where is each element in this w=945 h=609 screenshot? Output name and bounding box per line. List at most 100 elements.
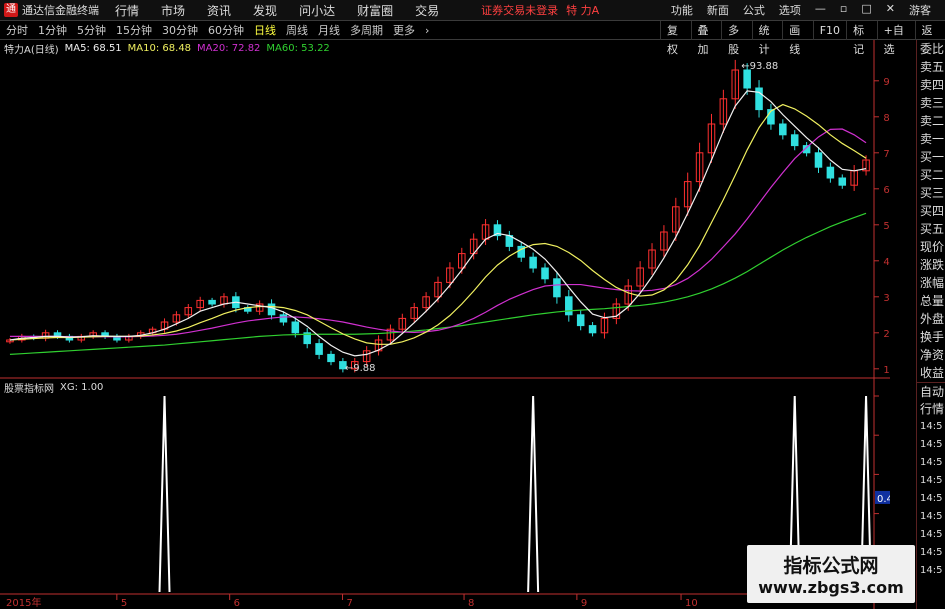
tool-duogu[interactable]: 多股 bbox=[721, 21, 752, 56]
menu-caifuquan[interactable]: 财富圈 bbox=[357, 2, 393, 19]
ma10-line bbox=[9, 103, 867, 345]
indicator-legend: 股票指标网 XG: 1.00 bbox=[4, 380, 103, 395]
tf-monthly[interactable]: 月线 bbox=[318, 22, 340, 38]
menu-xinmian[interactable]: 新面 bbox=[707, 2, 729, 18]
side-item[interactable]: 卖二 bbox=[917, 112, 945, 130]
menu-xuanxiang[interactable]: 选项 bbox=[779, 2, 801, 18]
menu-jiaoyi[interactable]: 交易 bbox=[415, 2, 439, 19]
price-tick-label: 90.00 bbox=[883, 77, 890, 88]
watermark-title: 指标公式网 bbox=[783, 555, 879, 577]
side-item[interactable]: 卖三 bbox=[917, 94, 945, 112]
side-item[interactable]: 14:5 bbox=[917, 508, 945, 526]
guest-label[interactable]: 游客 bbox=[909, 2, 931, 18]
side-item[interactable]: 收益 bbox=[917, 364, 945, 382]
candle-down bbox=[779, 123, 787, 136]
x-tick-label: 9 bbox=[581, 598, 587, 609]
side-item[interactable]: 14:5 bbox=[917, 454, 945, 472]
side-item[interactable]: 买四 bbox=[917, 202, 945, 220]
side-item[interactable]: 买五 bbox=[917, 220, 945, 238]
side-item[interactable]: 外盘 bbox=[917, 310, 945, 328]
maximize-icon[interactable]: □ bbox=[861, 2, 871, 18]
price-tick-label: 50.00 bbox=[883, 221, 890, 232]
candle-down bbox=[838, 177, 847, 186]
menu-gongshi[interactable]: 公式 bbox=[743, 2, 765, 18]
chevron-right-icon[interactable]: › bbox=[425, 24, 429, 37]
tool-f10[interactable]: F10 bbox=[812, 21, 846, 40]
x-tick-label: 10 bbox=[685, 598, 698, 609]
tool-diejia[interactable]: 叠加 bbox=[690, 21, 722, 56]
watermark-url: www.zbgs3.com bbox=[758, 578, 904, 597]
side-item[interactable]: 涨跌 bbox=[917, 256, 945, 274]
side-item[interactable]: 买三 bbox=[917, 184, 945, 202]
candle-down bbox=[327, 353, 335, 363]
price-tick-label: 70.00 bbox=[883, 149, 890, 160]
side-item[interactable]: 换手 bbox=[917, 328, 945, 346]
candle-down bbox=[743, 69, 751, 89]
side-item[interactable]: 委比 bbox=[917, 40, 945, 58]
menu-hangqing[interactable]: 行情 bbox=[115, 2, 139, 19]
tool-huaxian[interactable]: 画线 bbox=[782, 21, 813, 56]
tf-5min[interactable]: 5分钟 bbox=[77, 22, 106, 38]
menu-faxian[interactable]: 发现 bbox=[253, 2, 277, 19]
tf-multi[interactable]: 多周期 bbox=[350, 22, 383, 38]
x-tick-label: 6 bbox=[234, 598, 240, 609]
tf-daily[interactable]: 日线 bbox=[254, 22, 276, 38]
menu-wenxiaoda[interactable]: 问小达 bbox=[299, 2, 335, 19]
xg-signal-spike bbox=[158, 395, 171, 593]
side-item[interactable]: 现价 bbox=[917, 238, 945, 256]
side-item[interactable]: 行情 bbox=[917, 400, 945, 418]
price-tick-label: 30.00 bbox=[883, 293, 890, 304]
close-icon[interactable]: ✕ bbox=[886, 2, 895, 18]
price-tick-label: 40.00 bbox=[883, 257, 890, 268]
ma5-label: MA5: 68.51 bbox=[64, 42, 122, 54]
tool-zixuan[interactable]: +自选 bbox=[876, 21, 915, 56]
candle-down bbox=[315, 343, 323, 355]
side-item[interactable]: 买一 bbox=[917, 148, 945, 166]
restore-icon[interactable]: ▫ bbox=[840, 2, 847, 18]
menu-gongneng[interactable]: 功能 bbox=[671, 2, 693, 18]
side-item[interactable]: 14:5 bbox=[917, 472, 945, 490]
side-item[interactable]: 卖四 bbox=[917, 76, 945, 94]
side-item[interactable]: 买二 bbox=[917, 166, 945, 184]
side-item[interactable]: 14:5 bbox=[917, 526, 945, 544]
tf-more[interactable]: 更多 bbox=[393, 22, 415, 38]
tf-30min[interactable]: 30分钟 bbox=[162, 22, 198, 38]
side-item[interactable]: 自动 bbox=[917, 382, 945, 400]
candle-down bbox=[541, 267, 549, 280]
side-item[interactable]: 14:5 bbox=[917, 436, 945, 454]
price-tick-label: 60.00 bbox=[883, 185, 890, 196]
high-annotation: ←93.88 bbox=[741, 61, 778, 72]
candle-down bbox=[267, 303, 276, 316]
tool-fuquan[interactable]: 复权 bbox=[660, 21, 691, 56]
timeframe-toolbar: 分时 1分钟 5分钟 15分钟 30分钟 60分钟 日线 周线 月线 多周期 更… bbox=[0, 21, 945, 56]
side-item[interactable]: 14:5 bbox=[917, 544, 945, 562]
candle-down bbox=[755, 87, 763, 111]
candle-down bbox=[291, 321, 300, 334]
tool-biaoji[interactable]: 标记 bbox=[846, 21, 877, 56]
tf-fenshi[interactable]: 分时 bbox=[6, 22, 28, 38]
tf-15min[interactable]: 15分钟 bbox=[116, 22, 152, 38]
side-item[interactable]: 卖五 bbox=[917, 58, 945, 76]
x-tick-label: 8 bbox=[468, 598, 474, 609]
ma5-line bbox=[9, 90, 867, 357]
menu-shichang[interactable]: 市场 bbox=[161, 2, 185, 19]
side-item[interactable]: 14:5 bbox=[917, 490, 945, 508]
minimize-icon[interactable]: — bbox=[815, 2, 826, 18]
side-item[interactable]: 14:5 bbox=[917, 562, 945, 580]
menu-zixun[interactable]: 资讯 bbox=[207, 2, 231, 19]
x-tick-label: 2015年 bbox=[6, 596, 41, 609]
kline-chart[interactable]: 90.00 80.00 70.00 60.00 50.00 40.00 30.00 20.00… bbox=[0, 40, 890, 609]
side-item[interactable]: 卖一 bbox=[917, 130, 945, 148]
right-menu: 功能 新面 公式 选项 — ▫ □ ✕ 游客 bbox=[671, 2, 945, 18]
side-item[interactable]: 净资 bbox=[917, 346, 945, 364]
ma10-label: MA10: 68.48 bbox=[127, 42, 192, 54]
side-item[interactable]: 总量 bbox=[917, 292, 945, 310]
side-item[interactable]: 14:5 bbox=[917, 418, 945, 436]
tf-1min[interactable]: 1分钟 bbox=[38, 22, 67, 38]
tool-tongji[interactable]: 统计 bbox=[751, 21, 783, 56]
side-item[interactable]: 涨幅 bbox=[917, 274, 945, 292]
candle-down bbox=[790, 134, 799, 147]
tool-fanhui[interactable]: 返回 bbox=[914, 21, 945, 56]
tf-weekly[interactable]: 周线 bbox=[286, 22, 308, 38]
tf-60min[interactable]: 60分钟 bbox=[208, 22, 244, 38]
